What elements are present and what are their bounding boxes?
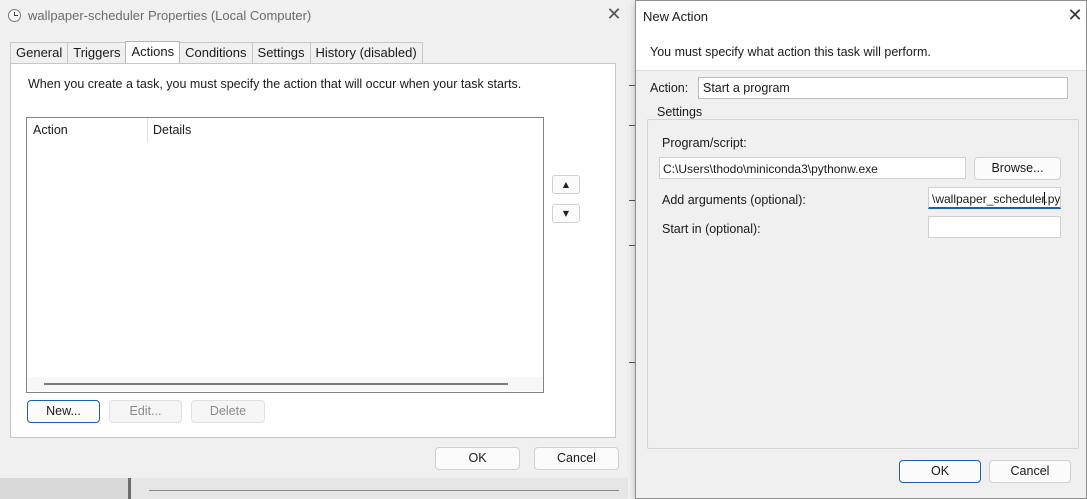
tab-strip: General Triggers Actions Conditions Sett… [10, 41, 423, 63]
close-icon[interactable]: ✕ [1063, 5, 1087, 27]
tab-history[interactable]: History (disabled) [309, 42, 423, 63]
edit-action-button[interactable]: Edit... [109, 400, 182, 423]
actions-tab-panel: When you create a task, you must specify… [10, 63, 616, 438]
move-down-button[interactable]: ▼ [552, 204, 580, 223]
delete-action-button[interactable]: Delete [191, 400, 265, 423]
start-in-label: Start in (optional): [662, 222, 761, 236]
task-clock-icon [8, 9, 21, 22]
background-divider [149, 490, 619, 491]
scrollbar-thumb[interactable] [44, 383, 508, 385]
list-header: Action Details [27, 118, 543, 142]
move-up-button[interactable]: ▲ [552, 175, 580, 194]
new-action-dialog: New Action ✕ You must specify what actio… [635, 0, 1087, 499]
tab-settings[interactable]: Settings [251, 42, 311, 63]
tab-actions[interactable]: Actions [125, 41, 181, 63]
settings-group-caption: Settings [654, 105, 706, 119]
properties-titlebar: wallpaper-scheduler Properties (Local Co… [0, 0, 629, 31]
arguments-label: Add arguments (optional): [662, 193, 806, 207]
tab-triggers[interactable]: Triggers [67, 42, 127, 63]
action-select[interactable]: Start a program ⌵ [698, 77, 1068, 99]
arguments-text-before-caret: \wallpaper_scheduler [932, 192, 1046, 206]
program-script-input[interactable]: C:\Users\thodo\miniconda3\pythonw.exe [659, 157, 966, 179]
column-separator[interactable] [147, 118, 148, 142]
arguments-text-after-caret: .py [1044, 192, 1061, 206]
close-icon[interactable]: ✕ [602, 4, 626, 26]
cancel-button[interactable]: Cancel [989, 460, 1071, 483]
tab-conditions[interactable]: Conditions [179, 42, 253, 63]
horizontal-scrollbar[interactable] [28, 377, 542, 391]
action-label: Action: [650, 81, 689, 95]
task-properties-dialog: wallpaper-scheduler Properties (Local Co… [0, 0, 629, 478]
new-action-button[interactable]: New... [27, 400, 100, 423]
program-script-label: Program/script: [662, 136, 747, 150]
ok-button[interactable]: OK [435, 447, 520, 470]
new-action-titlebar: New Action ✕ [636, 1, 1086, 33]
cancel-button[interactable]: Cancel [534, 447, 619, 470]
ok-button[interactable]: OK [899, 460, 981, 483]
tab-general[interactable]: General [10, 42, 69, 63]
arguments-input[interactable]: \wallpaper_scheduler.py [928, 187, 1061, 209]
instruction-text: You must specify what action this task w… [650, 45, 931, 59]
column-header-action[interactable]: Action [33, 123, 68, 137]
chevron-down-icon: ⌵ [703, 80, 711, 91]
column-header-details[interactable]: Details [153, 123, 191, 137]
start-in-input[interactable] [928, 216, 1061, 238]
actions-list[interactable]: Action Details [26, 117, 544, 393]
browse-button[interactable]: Browse... [974, 157, 1061, 180]
instruction-band: You must specify what action this task w… [636, 33, 1086, 71]
actions-description: When you create a task, you must specify… [28, 77, 522, 91]
new-action-title: New Action [643, 9, 709, 24]
properties-title: wallpaper-scheduler Properties (Local Co… [28, 8, 312, 23]
